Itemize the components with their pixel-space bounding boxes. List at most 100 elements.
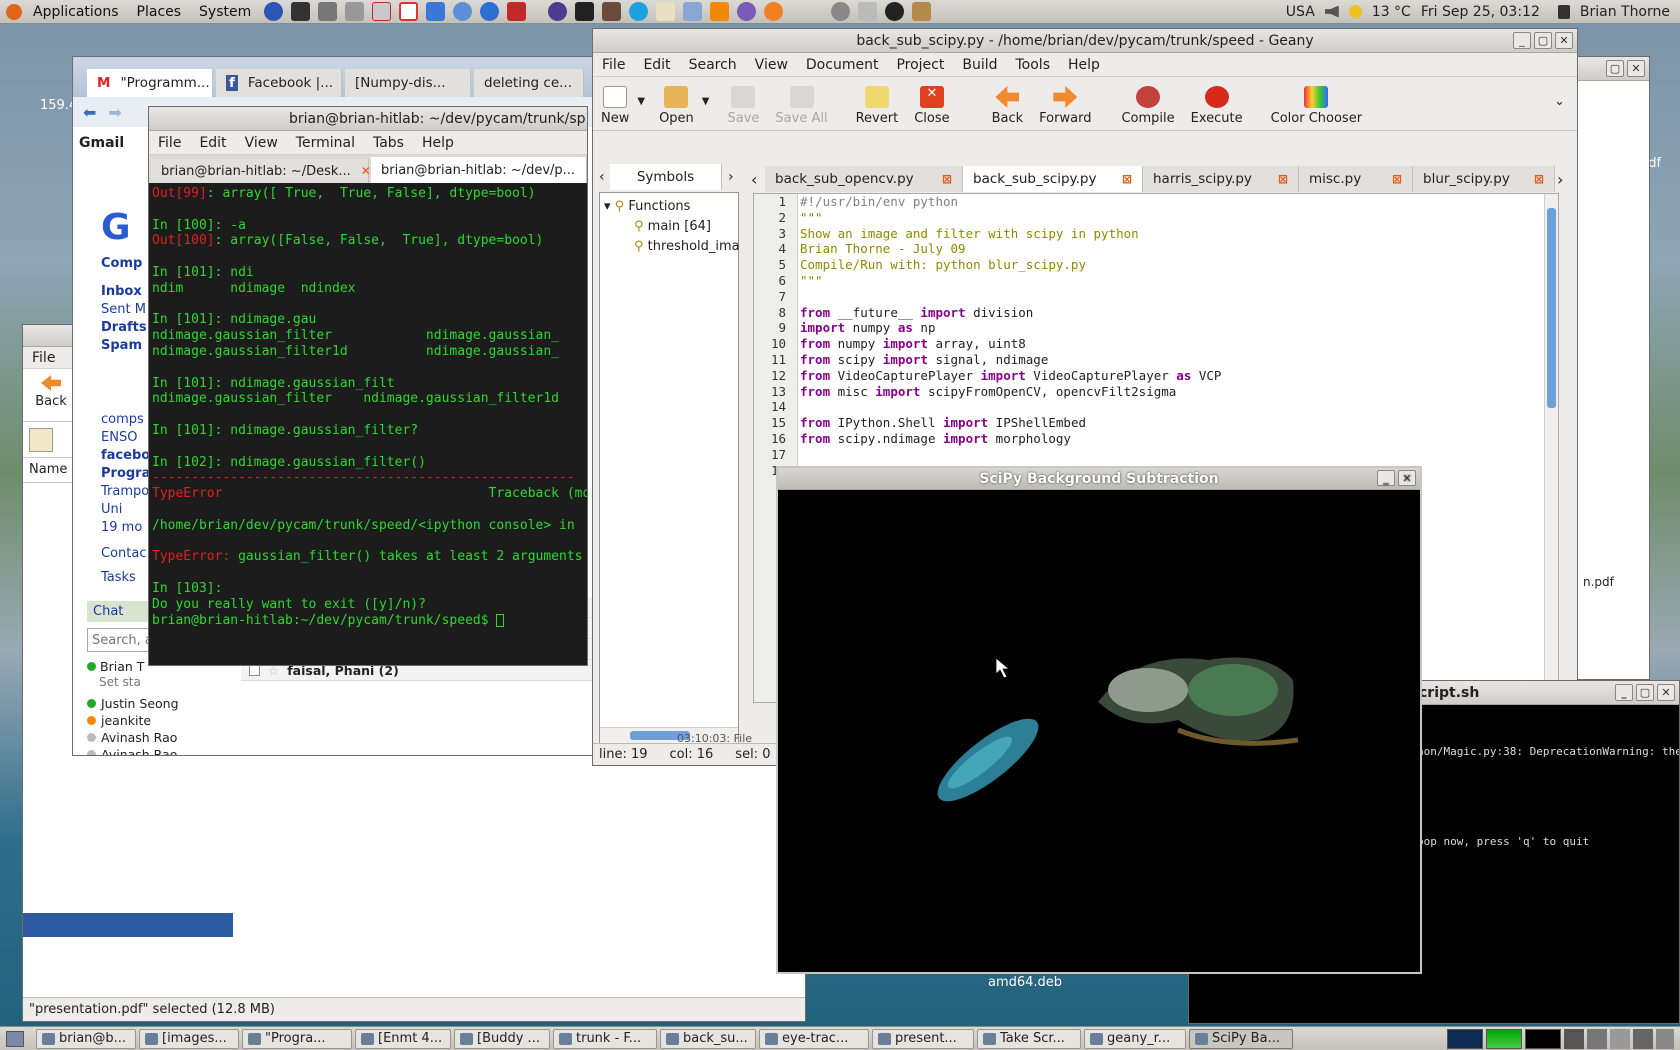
- close-tab-icon[interactable]: ⊠: [1534, 172, 1544, 186]
- close-tab-icon[interactable]: ✕: [585, 163, 587, 177]
- compile-button[interactable]: Compile: [1113, 86, 1182, 126]
- terminal-menu-edit[interactable]: Edit: [190, 135, 235, 151]
- terminal-menu-view[interactable]: View: [236, 135, 287, 151]
- terminal-menu-file[interactable]: File: [149, 135, 190, 151]
- editor-tab-misc[interactable]: misc.py ⊠: [1299, 166, 1413, 192]
- desktop-file-deb[interactable]: amd64.deb: [988, 975, 1062, 990]
- close-tab-icon[interactable]: ⊠: [942, 172, 952, 186]
- weather-icon[interactable]: [1348, 5, 1362, 18]
- editor-tab-blur-scipy[interactable]: blur_scipy.py ⊠: [1413, 166, 1555, 192]
- save-button[interactable]: Save: [720, 86, 768, 126]
- taskbar-button[interactable]: SciPy Ba...: [1189, 1028, 1293, 1049]
- taskbar-button[interactable]: Take Scr...: [977, 1028, 1081, 1049]
- app-launcher-icon[interactable]: [602, 2, 622, 21]
- close-button[interactable]: ✕ Close: [906, 86, 957, 126]
- revert-button[interactable]: Revert: [848, 86, 907, 126]
- network-launcher-icon[interactable]: [858, 2, 878, 21]
- terminal-menu-terminal[interactable]: Terminal: [287, 135, 364, 151]
- terminal-menu-tabs[interactable]: Tabs: [364, 135, 413, 151]
- geany-menu-search[interactable]: Search: [680, 57, 746, 73]
- tray-icon-2[interactable]: [1587, 1028, 1607, 1049]
- taskbar-button[interactable]: [Enmt 4...: [355, 1028, 451, 1049]
- close-tab-icon[interactable]: ⊠: [1278, 172, 1288, 186]
- browser-tab-gmail[interactable]: M "Programm...: [87, 69, 213, 97]
- close-icon[interactable]: ✕: [1657, 684, 1675, 701]
- taskbar-button[interactable]: brian@b...: [36, 1028, 136, 1049]
- taskbar-button[interactable]: present...: [872, 1028, 974, 1049]
- workspace-2[interactable]: [1486, 1028, 1522, 1049]
- taskbar-button[interactable]: geany_r...: [1084, 1028, 1186, 1049]
- disk-launcher-icon[interactable]: [345, 2, 365, 21]
- close-icon[interactable]: ✕: [1398, 470, 1416, 486]
- taskbar-button[interactable]: "Progra...: [242, 1028, 352, 1049]
- taskbar-button[interactable]: [images...: [139, 1028, 239, 1049]
- editor-scroll-thumb[interactable]: [1547, 208, 1556, 408]
- user-name[interactable]: Brian Thorne: [1580, 4, 1670, 20]
- places-menu[interactable]: Places: [128, 0, 191, 24]
- terminal-tab-2[interactable]: brian@brian-hitlab: ~/dev/p...✕: [371, 157, 587, 183]
- browser-tab-deleting[interactable]: deleting ce...: [474, 69, 584, 97]
- back-button[interactable]: Back: [984, 86, 1032, 126]
- chrome-launcher-icon[interactable]: [480, 2, 500, 21]
- clock[interactable]: Fri Sep 25, 03:12: [1421, 4, 1540, 20]
- minimize-icon[interactable]: _: [1377, 470, 1395, 486]
- buddy[interactable]: Avinash Rao: [87, 746, 237, 755]
- calculator-launcher-icon[interactable]: [318, 2, 338, 21]
- terminal-menu-help[interactable]: Help: [413, 135, 463, 151]
- geany-menu-view[interactable]: View: [746, 57, 797, 73]
- maximize-icon[interactable]: ▢: [1636, 684, 1654, 701]
- open-button[interactable]: Open: [651, 86, 702, 126]
- eclipse-launcher-icon[interactable]: [548, 2, 568, 21]
- back-button[interactable]: Back: [31, 375, 71, 409]
- buddy[interactable]: jeankite: [87, 712, 237, 729]
- terminal-tab-1[interactable]: brian@brian-hitlab: ~/Desk... ✕: [151, 159, 371, 183]
- terminal-output[interactable]: Out[99]: array([ True, True, False], dty…: [149, 184, 587, 665]
- save-all-button[interactable]: Save All: [767, 86, 835, 126]
- symbol-group-functions[interactable]: ▾ ⚲ Functions: [604, 197, 734, 217]
- execute-button[interactable]: Execute: [1183, 86, 1251, 126]
- geany-menu-build[interactable]: Build: [953, 57, 1006, 73]
- editor-scrollbar[interactable]: [1544, 194, 1558, 702]
- selected-row-highlight[interactable]: [23, 913, 233, 937]
- gmail-launcher-icon[interactable]: [399, 2, 419, 21]
- minimize-icon[interactable]: _: [1615, 684, 1633, 701]
- docs-launcher-icon[interactable]: [426, 2, 446, 21]
- editor-tab-back-sub-scipy[interactable]: back_sub_scipy.py ⊠: [963, 166, 1143, 192]
- tabs-left-arrow-icon[interactable]: ‹: [751, 170, 765, 189]
- editor-launcher-icon[interactable]: [656, 2, 676, 21]
- close-tab-icon[interactable]: ⊠: [1122, 172, 1132, 186]
- symbols-tab[interactable]: Symbols: [610, 164, 722, 190]
- symbol-threshold[interactable]: ⚲ threshold_ima: [604, 237, 740, 257]
- scipy-background-subtraction-window[interactable]: SciPy Background Subtraction _ ✕: [776, 466, 1422, 974]
- pidgin-launcher-icon[interactable]: [737, 2, 757, 21]
- back-nav-icon[interactable]: ⬅: [83, 103, 96, 122]
- volume-icon[interactable]: [1324, 5, 1339, 18]
- tray-icon-4[interactable]: [1633, 1028, 1653, 1049]
- tray-icon-3[interactable]: [1610, 1028, 1630, 1049]
- vlc-launcher-icon[interactable]: [710, 2, 730, 21]
- editor-tab-back-sub-opencv[interactable]: back_sub_opencv.py ⊠: [765, 166, 963, 192]
- editor-tab-harris-scipy[interactable]: harris_scipy.py ⊠: [1143, 166, 1299, 192]
- keyboard-layout[interactable]: USA: [1286, 4, 1315, 20]
- firefox-launcher-icon[interactable]: [264, 2, 284, 21]
- browser-tab-facebook[interactable]: f Facebook |...: [216, 69, 342, 97]
- geany-menu-help[interactable]: Help: [1059, 57, 1109, 73]
- menu-file[interactable]: File: [23, 350, 64, 366]
- terminal-window[interactable]: brian@brian-hitlab: ~/dev/pycam/trunk/sp…: [148, 106, 588, 666]
- foreground-mask-video[interactable]: [778, 490, 1420, 972]
- skype-launcher-icon[interactable]: [629, 2, 649, 21]
- open-dropdown-icon[interactable]: ▼: [702, 96, 710, 107]
- geany-menu-edit[interactable]: Edit: [634, 57, 679, 73]
- new-button[interactable]: New: [593, 86, 637, 126]
- minimize-icon[interactable]: _: [1513, 32, 1531, 49]
- browser-tab-numpy[interactable]: [Numpy-dis...: [345, 69, 471, 97]
- trash-icon[interactable]: [1656, 1028, 1674, 1049]
- system-menu[interactable]: System: [190, 0, 260, 24]
- close-icon[interactable]: ✕: [1555, 32, 1573, 49]
- terminal-launcher-icon[interactable]: [291, 2, 311, 21]
- hardware-launcher-icon[interactable]: [912, 2, 932, 21]
- new-dropdown-icon[interactable]: ▼: [637, 96, 645, 107]
- sidebar-left-arrow-icon[interactable]: ‹: [599, 169, 610, 185]
- geany-menu-file[interactable]: File: [593, 57, 634, 73]
- symbol-main[interactable]: ⚲ main [64]: [604, 217, 734, 237]
